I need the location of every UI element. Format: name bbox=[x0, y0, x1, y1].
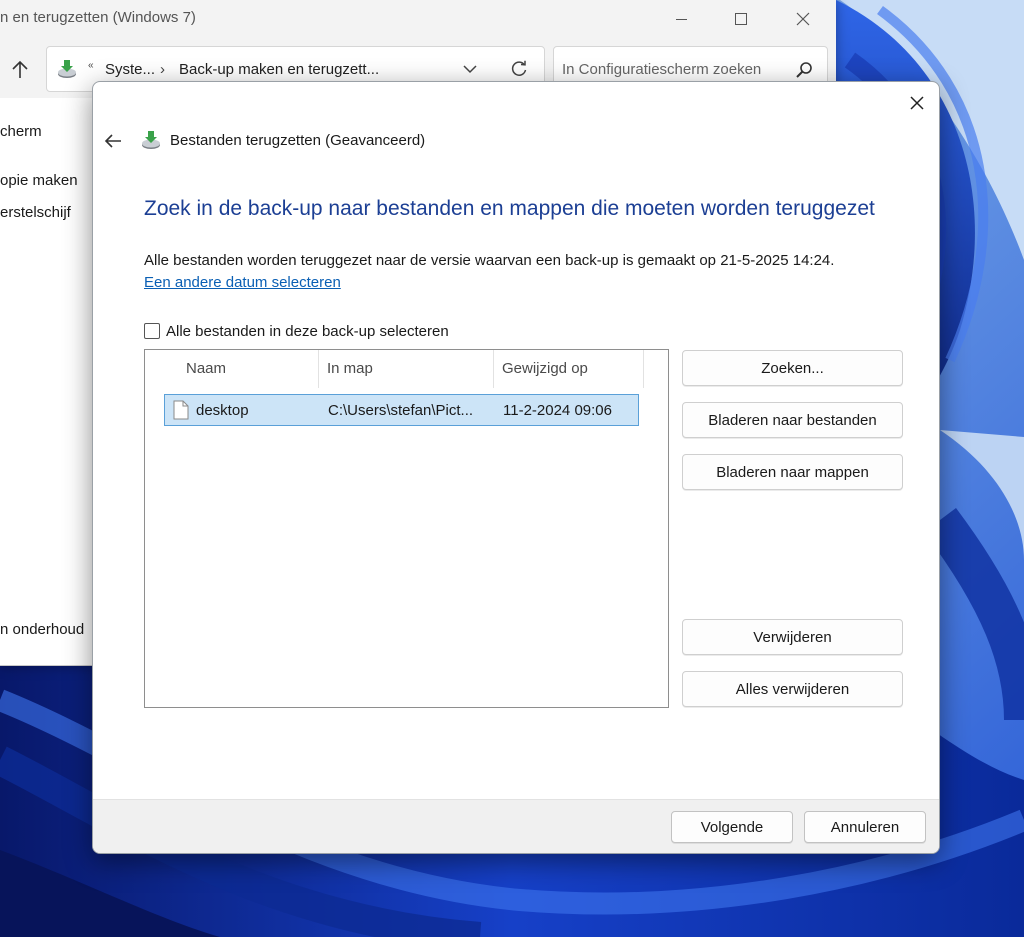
column-header-name[interactable]: Naam bbox=[177, 350, 319, 388]
close-icon bbox=[796, 12, 810, 26]
minimize-button[interactable] bbox=[650, 0, 712, 38]
minimize-icon bbox=[675, 18, 687, 20]
sidebar-link-maintenance[interactable]: n onderhoud bbox=[0, 621, 84, 638]
close-window-button[interactable] bbox=[772, 0, 834, 38]
address-overflow[interactable]: « bbox=[88, 60, 94, 71]
search-button[interactable]: Zoeken... bbox=[682, 350, 903, 386]
close-icon bbox=[910, 96, 924, 110]
select-all-checkbox-row[interactable]: Alle bestanden in deze back-up selectere… bbox=[144, 321, 449, 341]
dialog-title: Bestanden terugzetten (Geavanceerd) bbox=[170, 132, 426, 149]
control-panel-titlebar: n en terugzetten (Windows 7) bbox=[0, 0, 836, 38]
maximize-button[interactable] bbox=[710, 0, 772, 38]
sidebar-link-control-panel[interactable]: cherm bbox=[0, 123, 42, 140]
cancel-button[interactable]: Annuleren bbox=[804, 811, 926, 843]
select-all-label[interactable]: Alle bestanden in deze back-up selectere… bbox=[166, 323, 449, 340]
maximize-icon bbox=[735, 13, 747, 25]
next-button[interactable]: Volgende bbox=[671, 811, 793, 843]
arrow-left-icon bbox=[104, 134, 121, 148]
search-icon bbox=[796, 62, 812, 78]
chevron-down-icon[interactable] bbox=[461, 61, 479, 77]
dialog-close-button[interactable] bbox=[901, 88, 933, 118]
control-panel-title: n en terugzetten (Windows 7) bbox=[0, 9, 196, 26]
select-other-date-link[interactable]: Een andere datum selecteren bbox=[144, 274, 341, 291]
arrow-up-icon bbox=[12, 60, 28, 78]
breadcrumb-backup[interactable]: Back-up maken en terugzett... bbox=[179, 61, 379, 78]
restore-info-text: Alle bestanden worden teruggezet naar de… bbox=[144, 252, 835, 269]
browse-folders-button[interactable]: Bladeren naar mappen bbox=[682, 454, 903, 490]
select-all-checkbox[interactable] bbox=[144, 323, 160, 339]
dialog-footer: Volgende Annuleren bbox=[93, 799, 939, 853]
file-name: desktop bbox=[196, 402, 249, 419]
up-button[interactable] bbox=[6, 58, 34, 82]
file-modified: 11-2-2024 09:06 bbox=[503, 402, 612, 419]
backup-restore-icon bbox=[58, 60, 76, 78]
remove-all-button[interactable]: Alles verwijderen bbox=[682, 671, 903, 707]
column-header-modified[interactable]: Gewijzigd op bbox=[494, 350, 644, 388]
refresh-icon[interactable] bbox=[509, 59, 529, 79]
restore-files-dialog: Bestanden terugzetten (Geavanceerd) Zoek… bbox=[92, 81, 940, 854]
page-heading: Zoek in de back-up naar bestanden en map… bbox=[144, 197, 875, 220]
browse-files-button[interactable]: Bladeren naar bestanden bbox=[682, 402, 903, 438]
back-button[interactable] bbox=[101, 129, 125, 153]
column-header-folder[interactable]: In map bbox=[319, 350, 494, 388]
sidebar-link-create-image[interactable]: opie maken bbox=[0, 172, 78, 189]
breadcrumb-system[interactable]: Syste... bbox=[105, 61, 155, 78]
backup-restore-icon bbox=[142, 131, 160, 149]
file-list[interactable]: Naam In map Gewijzigd op desktop C:\User… bbox=[144, 349, 669, 708]
remove-button[interactable]: Verwijderen bbox=[682, 619, 903, 655]
search-placeholder: In Configuratiescherm zoeken bbox=[562, 61, 762, 78]
file-folder: C:\Users\stefan\Pict... bbox=[328, 402, 474, 419]
table-row[interactable]: desktop C:\Users\stefan\Pict... 11-2-202… bbox=[164, 394, 639, 426]
file-icon bbox=[173, 400, 189, 420]
breadcrumb-separator: › bbox=[160, 61, 165, 78]
sidebar-link-repair-disc[interactable]: erstelschijf bbox=[0, 204, 71, 221]
